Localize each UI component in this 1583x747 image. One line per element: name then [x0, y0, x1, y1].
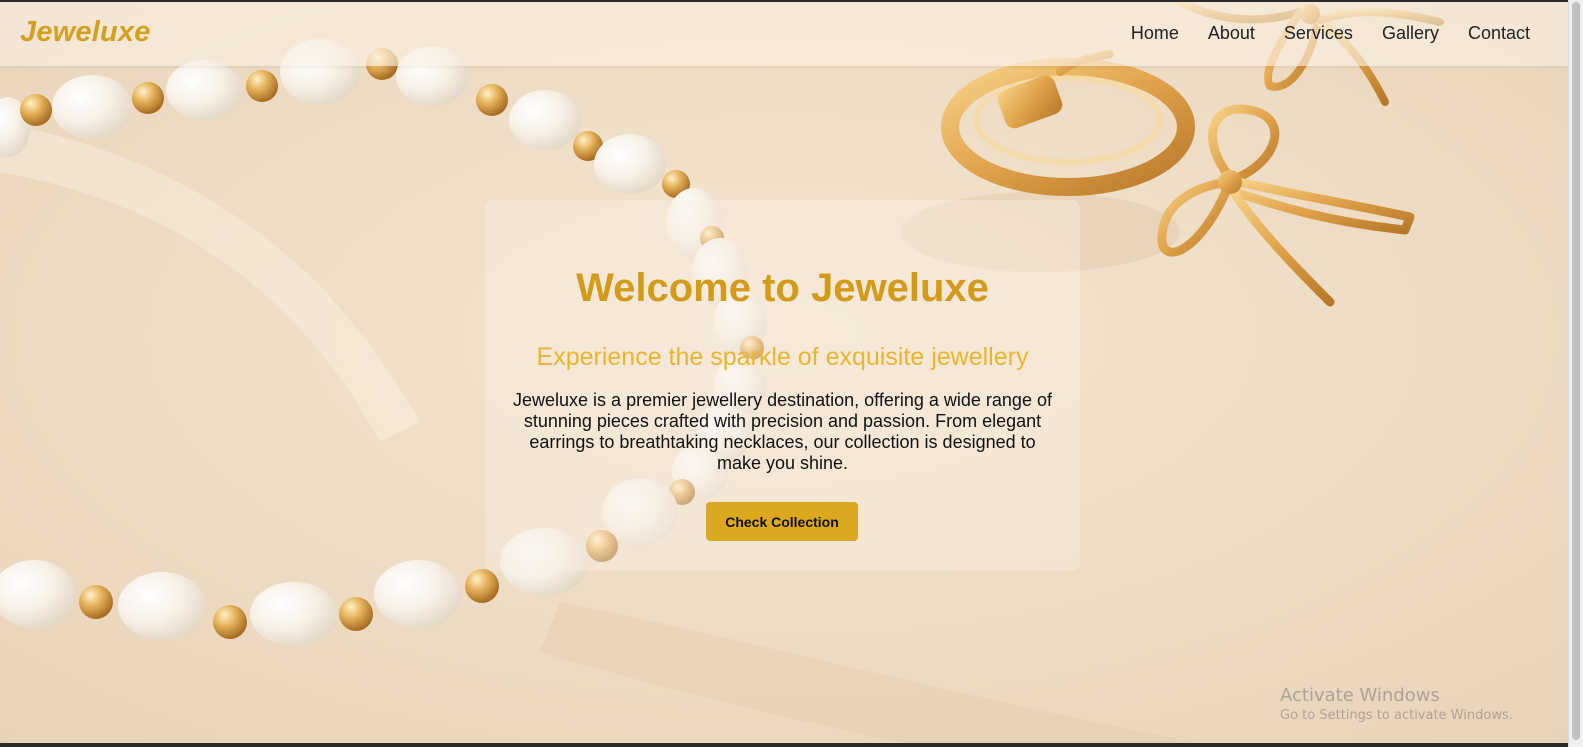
brand-logo[interactable]: Jeweluxe — [20, 16, 151, 49]
scrollbar-thumb[interactable] — [1572, 2, 1580, 740]
hero-card: Welcome to Jeweluxe Experience the spark… — [485, 200, 1080, 571]
hero-title: Welcome to Jeweluxe — [576, 266, 989, 310]
browser-window: Jeweluxe Home About Services Gallery Con… — [0, 0, 1583, 747]
hero-subtitle: Experience the sparkle of exquisite jewe… — [536, 343, 1029, 371]
nav-link-home[interactable]: Home — [1131, 23, 1179, 44]
nav-link-about[interactable]: About — [1208, 23, 1255, 44]
nav-links: Home About Services Gallery Contact — [1131, 23, 1530, 44]
watermark-subtitle: Go to Settings to activate Windows. — [1280, 708, 1513, 723]
nav-link-services[interactable]: Services — [1284, 23, 1353, 44]
activate-windows-watermark: Activate Windows Go to Settings to activ… — [1280, 685, 1513, 725]
nav-link-gallery[interactable]: Gallery — [1382, 23, 1439, 44]
watermark-title: Activate Windows — [1280, 685, 1440, 706]
page: Jeweluxe Home About Services Gallery Con… — [0, 2, 1568, 743]
vertical-scrollbar[interactable] — [1568, 0, 1583, 747]
nav-link-contact[interactable]: Contact — [1468, 23, 1530, 44]
hero-description: Jeweluxe is a premier jewellery destinat… — [513, 390, 1052, 473]
check-collection-button[interactable]: Check Collection — [706, 502, 858, 541]
navbar: Jeweluxe Home About Services Gallery Con… — [0, 2, 1568, 66]
